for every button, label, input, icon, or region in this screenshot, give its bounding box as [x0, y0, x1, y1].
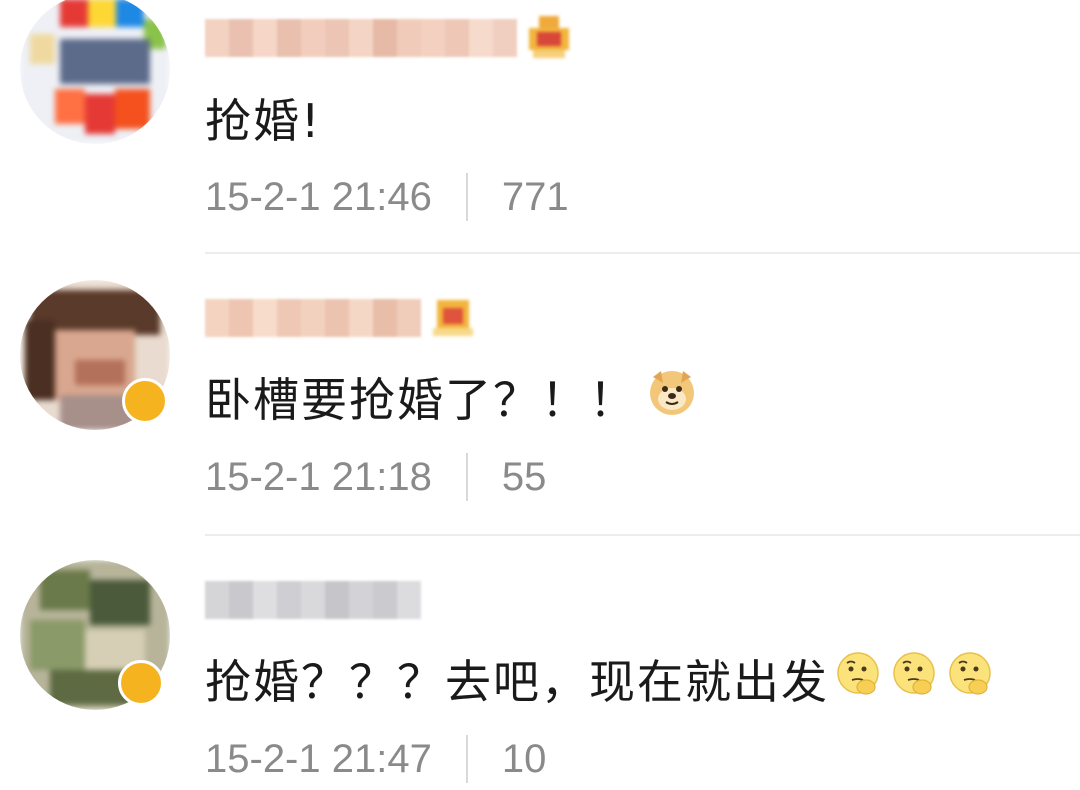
- vip-badge-icon: [431, 296, 475, 340]
- comment-text: 卧槽要抢婚了？！！: [205, 366, 697, 428]
- like-count[interactable]: 771: [502, 175, 569, 220]
- comment-timestamp: 15-2-1 21:18: [205, 454, 432, 499]
- comment-text-content: 抢婚？？？去吧，现在就出发: [205, 655, 829, 709]
- doge-emoji-icon: [647, 367, 697, 428]
- comment-text-content: 卧槽要抢婚了？！！: [205, 373, 637, 427]
- like-count[interactable]: 10: [502, 737, 547, 782]
- comment-meta: 15-2-1 21:46 771: [205, 172, 569, 222]
- comment-meta: 15-2-1 21:18 55: [205, 452, 546, 502]
- verified-badge-icon: [122, 378, 168, 424]
- like-count[interactable]: 55: [502, 455, 547, 500]
- divider: [205, 534, 1080, 536]
- comment-meta: 15-2-1 21:47 10: [205, 734, 546, 784]
- comment-timestamp: 15-2-1 21:47: [205, 736, 432, 781]
- username-row[interactable]: [205, 294, 475, 342]
- username-blurred[interactable]: [205, 581, 421, 619]
- verified-badge-icon: [118, 660, 164, 706]
- thinking-emoji-icon: [889, 649, 939, 710]
- avatar[interactable]: [20, 0, 170, 144]
- thinking-emoji-icon: [833, 649, 883, 710]
- vip-badge-icon: [527, 16, 571, 60]
- comment-text: 抢婚!: [205, 88, 321, 148]
- divider: [205, 252, 1080, 254]
- comment-timestamp: 15-2-1 21:46: [205, 174, 432, 219]
- username-row[interactable]: [205, 14, 571, 62]
- meta-separator: [465, 453, 468, 501]
- thinking-emoji-icon: [945, 649, 995, 710]
- username-blurred[interactable]: [205, 19, 517, 57]
- comment-text: 抢婚？？？去吧，现在就出发: [205, 648, 995, 710]
- username-row[interactable]: [205, 576, 421, 624]
- comment-text-content: 抢婚!: [205, 94, 322, 148]
- username-blurred[interactable]: [205, 299, 421, 337]
- meta-separator: [465, 735, 468, 783]
- meta-separator: [465, 173, 468, 221]
